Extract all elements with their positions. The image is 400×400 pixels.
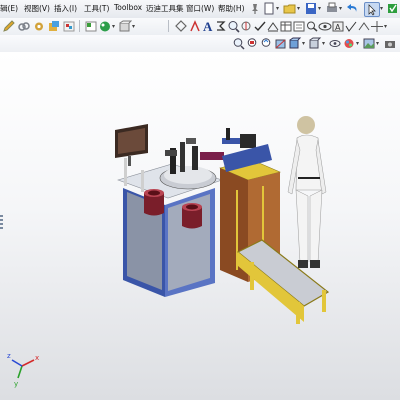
svg-text:A: A (335, 23, 341, 32)
chevron-down-icon[interactable]: ▾ (356, 40, 359, 47)
view-toolbar: ▾ ▾ ▾ ▾ (0, 35, 400, 53)
chevron-down-icon[interactable]: ▾ (132, 23, 135, 30)
appearance-icon[interactable] (98, 20, 112, 33)
search-icon[interactable] (305, 20, 319, 33)
menu-help[interactable]: 帮助(H) (218, 3, 245, 14)
graphics-area[interactable]: y x z (0, 52, 400, 400)
new-document-icon[interactable] (262, 2, 276, 15)
save-icon[interactable] (304, 2, 318, 15)
format-icon[interactable] (214, 20, 228, 33)
menu-maidi-tools[interactable]: 迈迪工具集 (146, 3, 184, 14)
menu-view[interactable]: 视图(V) (24, 3, 50, 14)
chevron-down-icon[interactable]: ▾ (322, 40, 325, 47)
center-mark-icon[interactable] (370, 20, 384, 33)
sketch-icon[interactable] (174, 20, 188, 33)
smart-dimension-icon[interactable] (266, 20, 280, 33)
table-icon[interactable] (279, 20, 293, 33)
chevron-down-icon[interactable]: ▾ (318, 5, 321, 12)
section-icon[interactable] (274, 37, 288, 50)
pencil-icon[interactable] (2, 20, 16, 33)
menu-tools[interactable]: 工具(T) (84, 3, 109, 14)
zoom-fit-icon[interactable] (232, 37, 246, 50)
undo-icon[interactable] (346, 2, 360, 15)
triad-z-label: z (7, 352, 11, 360)
chevron-down-icon[interactable]: ▾ (380, 5, 383, 12)
zoom-area-icon[interactable] (246, 37, 260, 50)
operator-figure (287, 116, 327, 268)
open-icon[interactable] (283, 2, 297, 15)
menu-bar: 辑(E) 视图(V) 插入(I) 工具(T) Toolbox 迈迪工具集 窗口(… (0, 0, 400, 19)
machine-model: y x z (7, 116, 330, 388)
dimension-icon[interactable] (188, 20, 202, 33)
display-style-icon[interactable] (308, 37, 322, 50)
triad-y-label: y (14, 380, 18, 388)
print-icon[interactable] (325, 2, 339, 15)
chevron-down-icon[interactable]: ▾ (339, 5, 342, 12)
surface-finish-icon[interactable] (344, 20, 358, 33)
measure-icon[interactable] (240, 20, 254, 33)
divider (168, 20, 169, 32)
appearance-icon[interactable] (342, 37, 356, 50)
axis-triad: y x z (7, 352, 39, 388)
chevron-down-icon[interactable]: ▾ (376, 40, 379, 47)
assembly-icon[interactable] (62, 20, 76, 33)
menu-edit[interactable]: 辑(E) (0, 3, 18, 14)
previous-view-icon[interactable] (260, 37, 274, 50)
view-orientation-icon[interactable] (288, 37, 302, 50)
chevron-down-icon[interactable]: ▾ (297, 5, 300, 12)
chevron-down-icon[interactable]: ▾ (302, 40, 305, 47)
component-icon[interactable] (84, 20, 98, 33)
chevron-down-icon[interactable]: ▾ (112, 23, 115, 30)
monitor (115, 124, 148, 166)
rebuild-icon[interactable] (386, 2, 400, 15)
view-icon[interactable] (318, 20, 332, 33)
triad-x-label: x (35, 354, 39, 362)
menu-insert[interactable]: 插入(I) (54, 3, 77, 14)
link-icon[interactable] (17, 20, 31, 33)
select-icon[interactable] (364, 2, 380, 17)
divider (79, 20, 80, 32)
box-icon[interactable] (118, 20, 133, 33)
gear-icon[interactable] (32, 20, 46, 33)
check-icon[interactable] (253, 20, 267, 33)
chevron-down-icon[interactable]: ▾ (384, 23, 387, 30)
menu-window[interactable]: 窗口(W) (186, 3, 214, 14)
camera-icon[interactable] (383, 37, 397, 50)
block-icon[interactable]: A (331, 20, 345, 33)
hide-show-icon[interactable] (328, 37, 342, 50)
standard-toolbar: ▾ ▾ A A ▾ (0, 18, 400, 36)
zoom-icon[interactable] (227, 20, 241, 33)
weld-icon[interactable] (357, 20, 371, 33)
svg-text:A: A (203, 19, 213, 33)
note-icon[interactable] (292, 20, 306, 33)
scene-icon[interactable] (362, 37, 376, 50)
text-icon[interactable]: A (201, 19, 215, 34)
menu-toolbox[interactable]: Toolbox (114, 3, 142, 12)
pin-icon[interactable] (248, 2, 262, 15)
part-icon[interactable] (47, 20, 61, 33)
chevron-down-icon[interactable]: ▾ (276, 5, 279, 12)
